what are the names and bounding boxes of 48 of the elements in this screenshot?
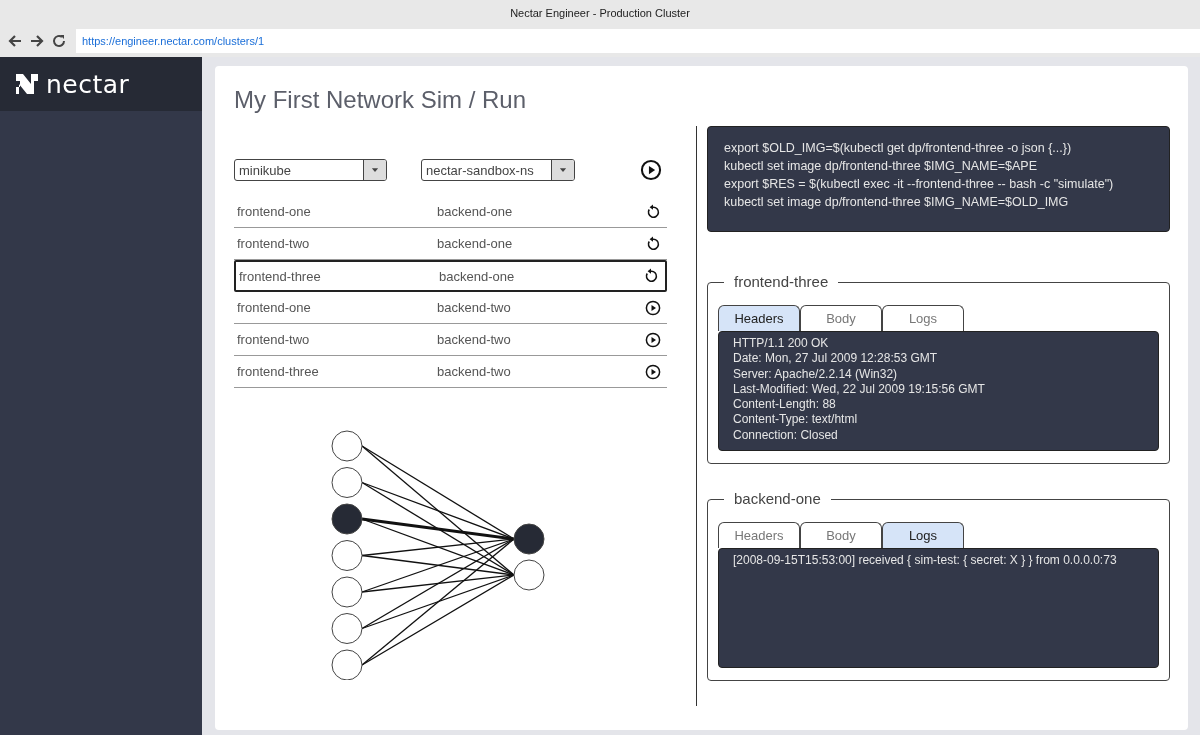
page-title: My First Network Sim / Run [234,86,528,115]
frontend-label: frontend-two [237,236,311,251]
reload-icon[interactable] [50,32,68,50]
logo-text: nectar [46,69,130,99]
play-icon[interactable] [645,363,661,380]
frontend-label: frontend-one [237,300,312,315]
backend-label: backend-two [437,300,512,315]
backend-label: backend-one [439,268,516,284]
backend-label: backend-two [437,332,512,347]
output-line: Content-Type: text/html [733,412,859,428]
play-icon[interactable] [645,299,661,316]
tab[interactable]: Headers [718,305,800,331]
restart-icon[interactable] [643,268,659,284]
logo-icon [16,74,38,94]
frontend-label: frontend-three [237,364,320,379]
tab[interactable]: Headers [718,522,800,548]
output-line: [2008-09-15T15:53:00] received { sim-test: { secret: X } } from 0.0.0.0:73 [733,553,1118,569]
window-title: Nectar Engineer - Production Cluster [510,6,690,19]
frontend-label: frontend-two [237,332,311,347]
output-line: Content-Length: 88 [733,397,837,413]
script-line: kubectl set image dp/frontend-three $IMG_NAME=$OLD_IMG [724,194,1070,211]
backend-label: backend-two [437,364,512,379]
panel-title: backend-one [724,490,831,507]
backend-label: backend-one [437,236,514,251]
run-row[interactable]: frontend-three backend-one [234,260,667,292]
backend-label: backend-one [437,204,514,219]
tab[interactable]: Body [800,522,882,548]
play-icon[interactable] [645,331,661,348]
output-line: Connection: Closed [733,427,839,444]
dropdown[interactable]: minikube [234,159,387,181]
script-line: export $RES = $(kubectl exec -it --frontend-three -- bash -c "simulate") [724,176,1115,193]
address-field[interactable]: https://engineer.nectar.com/clusters/1 [76,29,1200,53]
restart-icon[interactable] [645,203,661,220]
frontend-label: frontend-three [239,268,322,284]
frontend-label: frontend-one [237,204,312,219]
output-line: Last-Modified: Wed, 22 Jul 2009 19:15:56 GMT [733,381,986,398]
dropdown[interactable]: nectar-sandbox-ns [421,159,575,181]
panel-title: frontend-three [724,273,839,290]
output-line: Server: Apache/2.2.14 (Win32) [733,366,899,382]
output-line: Date: Mon, 27 Jul 2009 12:28:53 GMT [733,351,939,367]
tab[interactable]: Logs [882,522,964,548]
output-line: HTTP/1.1 200 OK [733,336,830,352]
tab[interactable]: Logs [882,305,964,331]
script-line: kubectl set image dp/frontend-three $IMG_NAME=$APE [724,158,1038,175]
play-icon[interactable] [640,159,662,181]
script-line: export $OLD_IMG=$(kubectl get dp/frontend-three -o json {...}) [724,140,1073,157]
tab[interactable]: Body [800,305,882,331]
restart-icon[interactable] [645,235,661,252]
